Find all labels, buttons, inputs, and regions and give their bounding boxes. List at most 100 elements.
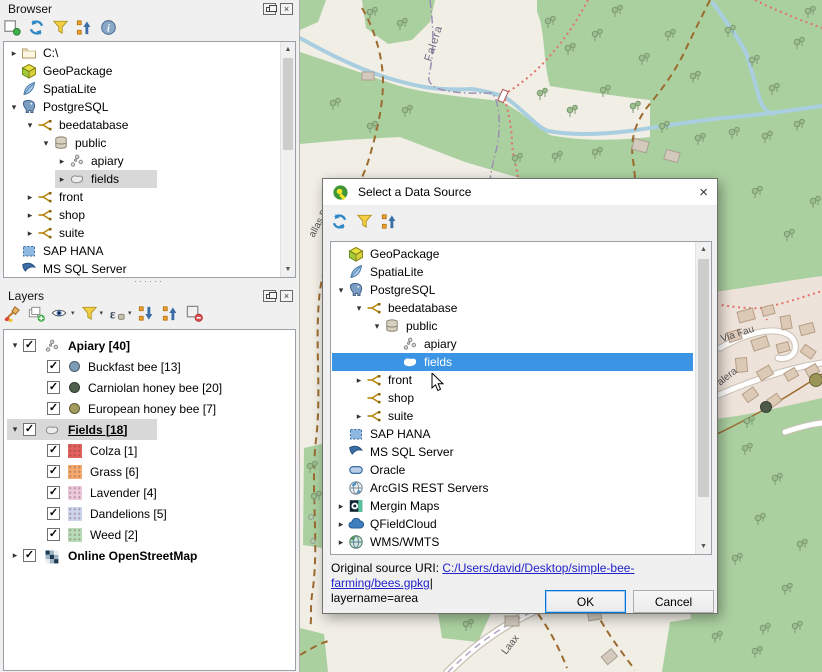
collapse-all-button[interactable]: [379, 210, 400, 232]
collapse-arrow-icon[interactable]: ▾: [7, 340, 23, 351]
scroll-up-icon[interactable]: ▲: [281, 42, 295, 57]
collapse-arrow-icon[interactable]: ▾: [334, 285, 348, 296]
add-selected-layers-button[interactable]: [2, 16, 23, 38]
expand-arrow-icon[interactable]: ▸: [7, 48, 21, 59]
visibility-checkbox[interactable]: ✓: [23, 549, 36, 562]
tree-item-apiary[interactable]: ▸apiary: [5, 152, 278, 170]
layer-item-buckfast-bee-13[interactable]: ✓Buckfast bee [13]: [5, 356, 293, 377]
tree-item-sap-hana[interactable]: SAP HANA: [332, 425, 693, 443]
tree-item-front[interactable]: ▸front: [5, 188, 278, 206]
browser-float-button[interactable]: [263, 3, 276, 15]
tree-item-wms-wmts[interactable]: ▸WMS/WMTS: [332, 533, 693, 551]
visibility-checkbox[interactable]: ✓: [47, 402, 60, 415]
tree-item-fields[interactable]: fields: [332, 353, 693, 371]
dialog-close-icon[interactable]: ×: [699, 185, 708, 200]
expand-arrow-icon[interactable]: ▸: [23, 210, 37, 221]
manage-map-themes-button[interactable]: ▾: [50, 302, 76, 324]
expand-arrow-icon[interactable]: ▸: [352, 411, 366, 422]
layers-float-button[interactable]: [263, 290, 276, 302]
layer-item-lavender-4[interactable]: ✓Lavender [4]: [5, 482, 293, 503]
tree-item-qfieldcloud[interactable]: ▸QFieldCloud: [332, 515, 693, 533]
tree-item-apiary[interactable]: apiary: [332, 335, 693, 353]
visibility-checkbox[interactable]: ✓: [47, 381, 60, 394]
filter-browser-button[interactable]: [354, 210, 375, 232]
filter-legend-button[interactable]: ▾: [79, 302, 105, 324]
browser-scrollbar[interactable]: ▲ ▼: [280, 42, 295, 277]
visibility-checkbox[interactable]: ✓: [23, 423, 36, 436]
tree-item-beedatabase[interactable]: ▾beedatabase: [332, 299, 693, 317]
tree-item-ms-sql-server[interactable]: MS SQL Server: [332, 443, 693, 461]
expand-arrow-icon[interactable]: ▸: [55, 174, 69, 185]
scroll-down-icon[interactable]: ▼: [696, 539, 711, 554]
visibility-checkbox[interactable]: ✓: [47, 444, 60, 457]
scroll-up-icon[interactable]: ▲: [696, 242, 711, 257]
tree-item-suite[interactable]: ▸suite: [5, 224, 278, 242]
layers-close-button[interactable]: ×: [280, 290, 293, 302]
filter-by-expression-button[interactable]: ε▾: [107, 302, 133, 324]
tree-item-spatialite[interactable]: SpatiaLite: [332, 263, 693, 281]
layer-item-apiary-40[interactable]: ▾✓Apiary [40]: [5, 335, 293, 356]
tree-item-postgresql[interactable]: ▾PostgreSQL: [5, 98, 278, 116]
ok-button[interactable]: OK: [545, 590, 626, 613]
collapse-arrow-icon[interactable]: ▾: [352, 303, 366, 314]
visibility-checkbox[interactable]: ✓: [47, 465, 60, 478]
layer-item-weed-2[interactable]: ✓Weed [2]: [5, 524, 293, 545]
visibility-checkbox[interactable]: ✓: [47, 360, 60, 373]
visibility-checkbox[interactable]: ✓: [47, 528, 60, 541]
expand-arrow-icon[interactable]: ▸: [55, 156, 69, 167]
carniolan-bee-marker[interactable]: [761, 402, 772, 413]
expand-arrow-icon[interactable]: ▸: [23, 192, 37, 203]
dropdown-arrow-icon[interactable]: ▾: [128, 309, 132, 317]
collapse-all-button[interactable]: [160, 302, 181, 324]
scrollbar-thumb[interactable]: [283, 58, 293, 150]
panel-splitter[interactable]: ······: [0, 276, 298, 286]
tree-item-fields[interactable]: ▸fields: [5, 170, 278, 188]
layer-item-online-openstreetmap[interactable]: ▸✓Online OpenStreetMap: [5, 545, 293, 566]
layer-item-grass-6[interactable]: ✓Grass [6]: [5, 461, 293, 482]
tree-item-shop[interactable]: ▸shop: [5, 206, 278, 224]
expand-arrow-icon[interactable]: ▸: [334, 537, 348, 548]
visibility-checkbox[interactable]: ✓: [47, 486, 60, 499]
collapse-arrow-icon[interactable]: ▾: [7, 424, 23, 435]
tree-item-suite[interactable]: ▸suite: [332, 407, 693, 425]
layer-item-european-honey-bee-7[interactable]: ✓European honey bee [7]: [5, 398, 293, 419]
expand-arrow-icon[interactable]: ▸: [7, 550, 23, 561]
dropdown-arrow-icon[interactable]: ▾: [71, 309, 75, 317]
tree-item-mergin-maps[interactable]: ▸Mergin Maps: [332, 497, 693, 515]
tree-item-geopackage[interactable]: GeoPackage: [332, 245, 693, 263]
tree-item-sap-hana[interactable]: SAP HANA: [5, 242, 278, 260]
expand-arrow-icon[interactable]: ▸: [334, 519, 348, 530]
tree-item-beedatabase[interactable]: ▾beedatabase: [5, 116, 278, 134]
collapse-arrow-icon[interactable]: ▾: [23, 120, 37, 131]
collapse-arrow-icon[interactable]: ▾: [39, 138, 53, 149]
tree-item-public[interactable]: ▾public: [5, 134, 278, 152]
collapse-arrow-icon[interactable]: ▾: [7, 102, 21, 113]
browser-close-button[interactable]: ×: [280, 3, 293, 15]
collapse-arrow-icon[interactable]: ▾: [370, 321, 384, 332]
tree-item-front[interactable]: ▸front: [332, 371, 693, 389]
collapse-all-button[interactable]: [74, 16, 95, 38]
layer-item-fields-18[interactable]: ▾✓Fields [18]: [5, 419, 293, 440]
european-bee-marker[interactable]: [810, 374, 822, 387]
scroll-down-icon[interactable]: ▼: [281, 262, 295, 277]
dropdown-arrow-icon[interactable]: ▾: [100, 309, 104, 317]
open-layer-styling-button[interactable]: [2, 302, 23, 324]
refresh-button[interactable]: [329, 210, 350, 232]
tree-item-arcgis-rest-servers[interactable]: ArcGIS REST Servers: [332, 479, 693, 497]
tree-item-spatialite[interactable]: SpatiaLite: [5, 80, 278, 98]
scrollbar-thumb[interactable]: [698, 259, 709, 497]
visibility-checkbox[interactable]: ✓: [47, 507, 60, 520]
tree-item-oracle[interactable]: Oracle: [332, 461, 693, 479]
expand-arrow-icon[interactable]: ▸: [23, 228, 37, 239]
filter-browser-button[interactable]: [50, 16, 71, 38]
expand-arrow-icon[interactable]: ▸: [334, 501, 348, 512]
dialog-scrollbar[interactable]: ▲ ▼: [695, 242, 711, 554]
layer-item-carniolan-honey-bee-20[interactable]: ✓Carniolan honey bee [20]: [5, 377, 293, 398]
expand-arrow-icon[interactable]: ▸: [352, 375, 366, 386]
layer-item-colza-1[interactable]: ✓Colza [1]: [5, 440, 293, 461]
layer-item-dandelions-5[interactable]: ✓Dandelions [5]: [5, 503, 293, 524]
add-group-button[interactable]: [26, 302, 47, 324]
refresh-button[interactable]: [26, 16, 47, 38]
remove-layer-button[interactable]: [184, 302, 205, 324]
tree-item-public[interactable]: ▾public: [332, 317, 693, 335]
